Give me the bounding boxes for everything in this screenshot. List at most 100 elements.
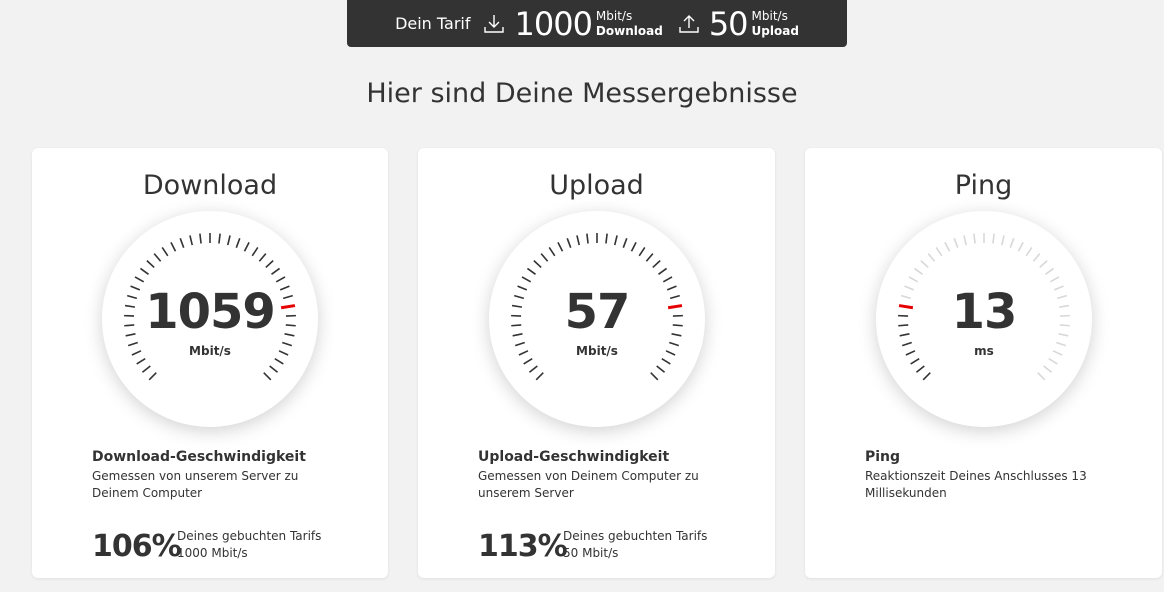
card-description: Gemessen von unserem Server zu Deinem Co… [92,469,299,500]
gauge-tick [613,235,618,246]
gauge-tick [645,253,654,262]
percent-info: Deines gebuchten Tarifs 1000 Mbit/s [177,528,321,562]
gauge-tick [275,276,286,283]
tariff-upload-value: 50 [708,4,749,43]
gauge-tick [1043,365,1053,373]
gauge-tick [1048,358,1058,365]
gauge-tick [533,260,542,268]
gauge-tick [992,233,995,244]
card-title: Upload [549,170,644,201]
gauge-tick [189,235,194,246]
tariff-upload-name: Upload [751,23,799,38]
gauge-tick [139,267,149,275]
gauge-unit: Mbit/s [189,344,231,358]
tariff-download-unit: Mbit/s [595,8,633,23]
tariff-download-units: Mbit/s Download [596,9,663,39]
gauge-tick [963,235,968,246]
gauge-tick [235,238,241,248]
ping-card: Ping 13 ms Ping Reaktionszeit Deines Ans… [805,148,1162,578]
gauge-tick [274,358,284,365]
gauge-tick [535,372,544,381]
gauge-tick [161,247,169,257]
gauge-tick [148,372,157,381]
gauge-tick [523,358,533,365]
gauge-tick [1037,372,1046,381]
gauge-tick [548,247,556,257]
gauge-tick [1045,267,1055,275]
card-description: Reaktionszeit Deines Anschlusses 13 Mill… [865,469,1087,500]
card-title: Download [142,170,278,201]
gauge-tick [1017,242,1024,252]
percent-label: Deines gebuchten Tarifs [177,529,322,543]
gauge-tick [1025,247,1033,257]
gauge-value: 1059 [145,284,276,340]
gauge-tick [557,242,564,252]
gauge-tick [638,247,646,257]
gauge-tick [566,238,572,248]
tariff-label: Dein Tarif [395,14,471,33]
download-gauge: 1059 Mbit/s [102,211,318,427]
gauge-tick [920,260,929,268]
gauge-tick [170,242,177,252]
upload-icon [677,12,701,36]
gauge-tick [656,365,666,373]
tariff-bar: Dein Tarif 1000 Mbit/s Download 50 Mbit/… [347,0,847,47]
card-description: Gemessen von Deinem Computer zu unserem … [478,469,699,500]
percent-value: 106% [92,529,182,564]
gauge-tick [605,233,608,244]
card-heading: Ping [865,449,901,465]
gauge-tick [271,267,281,275]
card-title: Ping [954,170,1013,201]
download-icon [482,12,506,36]
gauge-tick [1049,276,1060,283]
gauge-tick [153,253,162,262]
ping-gauge: 13 ms [876,211,1092,427]
page-title: Hier sind Deine Messergebnisse [366,78,798,109]
gauge-unit: ms [974,344,994,358]
gauge-tick [136,358,146,365]
percent-info: Deines gebuchten Tarifs 50 Mbit/s [563,528,707,562]
gauge-tick [526,267,536,275]
gauge-tick [915,365,925,373]
gauge-tick [622,238,628,248]
tariff-upload-unit: Mbit/s [751,8,788,23]
upload-card: Upload 57 Mbit/s Upload-Geschwindigkeit … [418,148,775,578]
gauge-unit: Mbit/s [576,344,618,358]
percent-tariff: 50 Mbit/s [563,546,619,560]
gauge-tick [650,372,659,381]
gauge-tick [1000,235,1005,246]
gauge-tick [540,253,549,262]
gauge-tick [146,260,155,268]
gauge-tick [927,253,936,262]
gauge-tick [521,276,532,283]
tariff-download-value: 1000 [514,4,592,43]
gauge-tick [922,372,931,381]
gauge-tick [908,276,919,283]
percent-label: Deines gebuchten Tarifs [563,529,708,543]
gauge-tick [973,233,976,244]
tariff-upload-units: Mbit/s Upload [752,9,799,39]
card-heading: Download-Geschwindigkeit [92,449,306,465]
gauge-tick [652,260,661,268]
gauge-value: 13 [951,284,1018,340]
gauge-tick [658,267,668,275]
gauge-tick [269,365,279,373]
tariff-download-name: Download [595,23,663,38]
gauge-tick [179,238,185,248]
gauge-tick [913,267,923,275]
gauge-tick [258,253,267,262]
gauge-tick [263,372,272,381]
gauge-value: 57 [564,284,631,340]
gauge-tick [630,242,637,252]
percent-tariff: 1000 Mbit/s [177,546,248,560]
gauge-tick [586,233,589,244]
gauge-tick [199,233,202,244]
download-card: Download 1059 Mbit/s Download-Geschwindi… [32,148,388,578]
gauge-tick [662,276,673,283]
gauge-tick [141,365,151,373]
gauge-tick [134,276,145,283]
gauge-tick [218,233,221,244]
gauge-tick [528,365,538,373]
card-heading: Upload-Geschwindigkeit [478,449,670,465]
gauge-tick [226,235,231,246]
